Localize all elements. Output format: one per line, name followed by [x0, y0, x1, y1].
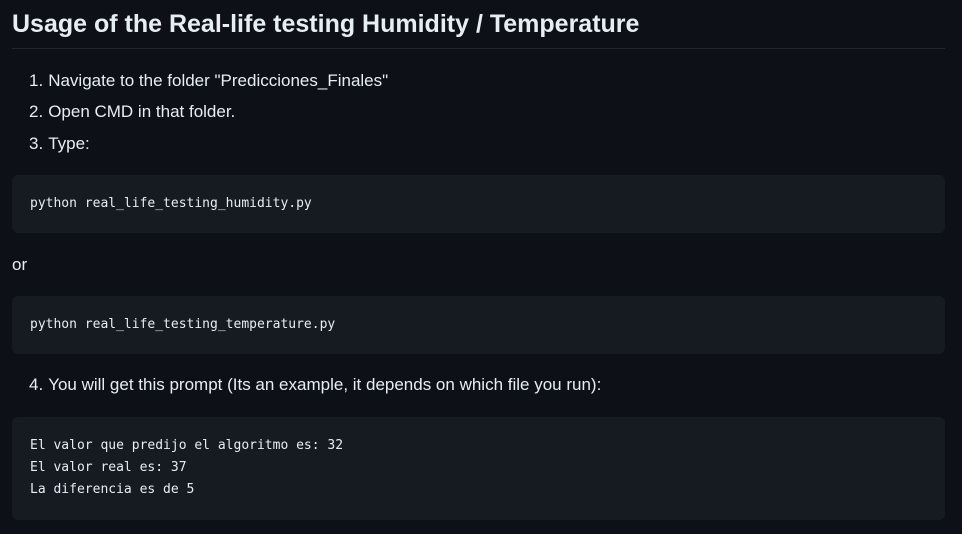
or-separator: or — [12, 255, 28, 274]
step-number: 1. — [29, 71, 44, 90]
code-block-humidity[interactable]: python real_life_testing_humidity.py — [12, 175, 945, 233]
step-3: 3. Type: — [29, 132, 90, 156]
step-number: 2. — [29, 102, 44, 121]
step-text: You will get this prompt (Its an example… — [48, 375, 602, 394]
step-1: 1. Navigate to the folder "Predicciones_F… — [29, 69, 388, 93]
output-line: La diferencia es de 5 — [30, 482, 195, 497]
code-block-output[interactable]: El valor que predijo el algoritmo es: 32… — [12, 417, 945, 520]
step-number: 4. — [29, 375, 44, 394]
step-text: Open CMD in that folder. — [48, 102, 236, 121]
step-text: Type: — [48, 134, 90, 153]
code-block-temperature[interactable]: python real_life_testing_temperature.py — [12, 296, 945, 354]
heading-divider — [12, 48, 945, 49]
code-line: python real_life_testing_temperature.py — [30, 317, 336, 332]
code-line: python real_life_testing_humidity.py — [30, 196, 312, 211]
step-2: 2. Open CMD in that folder. — [29, 100, 235, 124]
step-text: Navigate to the folder "Predicciones_Fin… — [48, 71, 389, 90]
section-heading: Usage of the Real-life testing Humidity … — [12, 10, 640, 38]
step-number: 3. — [29, 134, 44, 153]
output-line: El valor que predijo el algoritmo es: 32 — [30, 438, 344, 453]
step-4: 4. You will get this prompt (Its an examp… — [29, 373, 601, 397]
output-line: El valor real es: 37 — [30, 460, 187, 475]
